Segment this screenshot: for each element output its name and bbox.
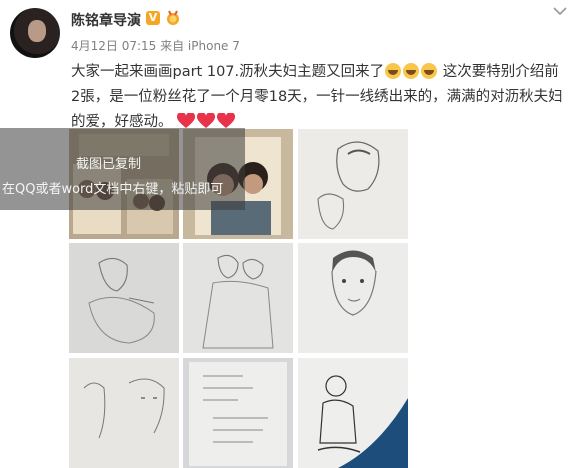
image-thumb-3[interactable] <box>298 129 408 239</box>
post-author[interactable]: 陈铭章导演 <box>71 10 141 30</box>
image-thumb-7[interactable] <box>69 358 179 468</box>
chevron-down-icon[interactable] <box>553 6 567 16</box>
image-thumb-9[interactable] <box>298 358 408 468</box>
image-thumb-4[interactable] <box>69 243 179 353</box>
image-thumb-5[interactable] <box>183 243 293 353</box>
avatar[interactable] <box>10 8 60 58</box>
post-text: 大家一起来画画part 107.沥秋夫妇主题又回来了 这次要特别介绍前2張，是一… <box>71 60 566 135</box>
image-thumb-6[interactable] <box>298 243 408 353</box>
heart-icon <box>197 113 216 128</box>
post-text-part1: 大家一起来画画part 107.沥秋夫妇主题又回来了 <box>71 64 385 80</box>
vip-badge-icon: V <box>146 11 160 25</box>
laugh-emoji-icon <box>403 63 420 79</box>
toast-title: 截图已复制 <box>76 157 142 172</box>
heart-icon <box>217 113 236 128</box>
toast-hint: 在QQ或者word文档中右键，粘贴即可 <box>2 182 224 197</box>
laugh-emoji-icon <box>385 63 402 79</box>
laugh-emoji-icon <box>421 63 438 79</box>
image-thumb-8[interactable] <box>183 358 293 468</box>
medal-icon <box>167 10 179 25</box>
post-meta: 4月12日 07:15 来自 iPhone 7 <box>71 39 240 53</box>
heart-icon <box>177 113 196 128</box>
